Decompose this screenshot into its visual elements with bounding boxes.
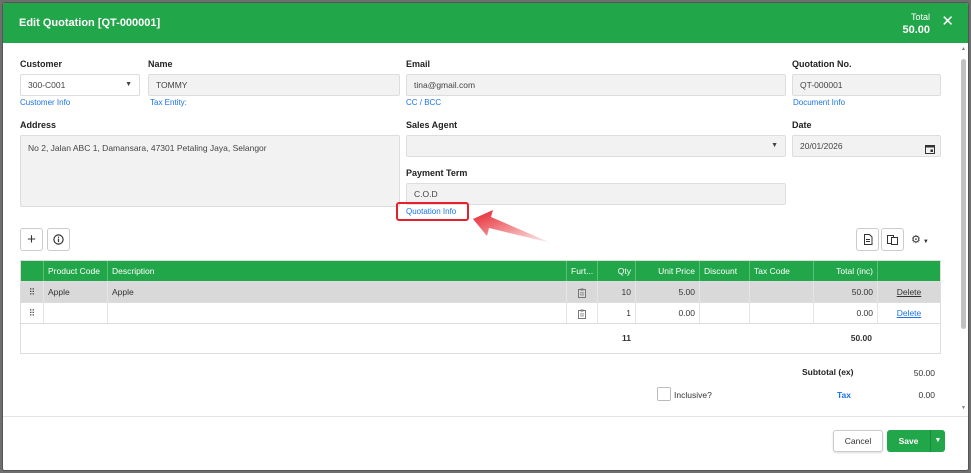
header-total-value: 50.00 <box>902 24 930 36</box>
column-header-qty[interactable]: Qty <box>598 261 636 281</box>
delete-link[interactable]: Delete <box>878 282 940 302</box>
customer-value: 300-C001 <box>28 80 66 90</box>
scrollbar-thumb[interactable] <box>961 59 966 329</box>
calendar-icon[interactable] <box>925 141 935 154</box>
delete-link[interactable]: Delete <box>878 303 940 323</box>
copy-icon <box>887 235 898 245</box>
product-code-cell[interactable] <box>44 303 108 323</box>
footer-grand-total: 50.00 <box>850 333 872 343</box>
gear-icon[interactable]: ⚙ ▼ <box>911 233 929 246</box>
column-header-unit-price[interactable]: Unit Price <box>636 261 700 281</box>
total-cell: 50.00 <box>814 282 878 302</box>
customer-label: Customer <box>20 59 63 69</box>
name-field[interactable]: TOMMY <box>148 74 400 96</box>
caret-down-icon: ▼ <box>922 239 929 245</box>
drag-handle-icon[interactable]: ⠿ <box>21 282 44 302</box>
date-label: Date <box>792 120 812 130</box>
column-header-description[interactable]: Description <box>108 261 567 281</box>
caret-down-icon: ▼ <box>125 81 132 88</box>
column-header-discount[interactable]: Discount <box>700 261 750 281</box>
description-cell[interactable]: Apple <box>108 282 567 302</box>
save-button[interactable]: Save <box>887 430 930 452</box>
scroll-down-icon[interactable]: ▼ <box>961 405 966 411</box>
table-row[interactable]: ⠿ Apple Apple 10 5.00 50.00 Delete <box>21 281 940 302</box>
table-header: Product Code Description Furt... Qty Uni… <box>21 261 940 281</box>
customer-select[interactable]: 300-C001 ▼ <box>20 74 140 96</box>
scrollbar[interactable] <box>961 51 966 411</box>
quotation-no-label: Quotation No. <box>792 59 852 69</box>
customer-info-link[interactable]: Customer Info <box>20 98 70 107</box>
further-cell[interactable] <box>567 303 598 323</box>
clipboard-icon[interactable] <box>578 288 586 298</box>
email-label: Email <box>406 59 431 69</box>
product-code-cell[interactable]: Apple <box>44 282 108 302</box>
clipboard-icon[interactable] <box>578 309 586 319</box>
dialog-footer: Cancel Save ▼ <box>3 416 968 470</box>
date-value: 20/01/2026 <box>800 141 843 151</box>
line-items-table: Product Code Description Furt... Qty Uni… <box>20 260 941 354</box>
add-line-button[interactable]: + <box>20 228 43 251</box>
subtotal-value: 50.00 <box>913 368 935 378</box>
unit-price-cell[interactable]: 0.00 <box>636 303 700 323</box>
sales-agent-select[interactable]: ▼ <box>406 135 786 157</box>
drag-handle-icon[interactable]: ⠿ <box>21 303 44 323</box>
column-header-product-code[interactable]: Product Code <box>44 261 108 281</box>
unit-price-cell[interactable]: 5.00 <box>636 282 700 302</box>
inclusive-checkbox[interactable] <box>657 387 671 401</box>
dialog-title: Edit Quotation [QT-000001] <box>19 17 161 29</box>
address-field[interactable]: No 2, Jalan ABC 1, Damansara, 47301 Peta… <box>20 135 400 207</box>
description-cell[interactable] <box>108 303 567 323</box>
inclusive-label: Inclusive? <box>674 390 712 400</box>
footer-qty-total: 11 <box>622 333 631 343</box>
sales-agent-label: Sales Agent <box>406 120 458 130</box>
save-options-button[interactable]: ▼ <box>930 430 945 452</box>
payment-term-label: Payment Term <box>406 168 468 178</box>
caret-down-icon: ▼ <box>771 142 778 149</box>
column-header-handle <box>21 261 44 281</box>
tax-value: 0.00 <box>918 390 935 400</box>
document-button[interactable] <box>856 228 879 251</box>
column-header-further[interactable]: Furt... <box>567 261 598 281</box>
close-icon[interactable]: ✕ <box>941 14 954 29</box>
column-header-action <box>878 261 940 281</box>
highlight-box <box>396 202 469 221</box>
subtotal-label: Subtotal (ex) <box>802 367 854 377</box>
delete-link-label[interactable]: Delete <box>897 308 922 318</box>
document-info-link[interactable]: Document Info <box>793 98 845 107</box>
tax-link[interactable]: Tax <box>837 390 851 400</box>
dialog-header: Edit Quotation [QT-000001] Total 50.00 ✕ <box>3 3 968 43</box>
column-header-total-inc[interactable]: Total (inc) <box>814 261 878 281</box>
tax-code-cell[interactable] <box>750 282 814 302</box>
document-icon <box>863 234 872 245</box>
tax-code-cell[interactable] <box>750 303 814 323</box>
column-header-tax-code[interactable]: Tax Code <box>750 261 814 281</box>
name-label: Name <box>148 59 173 69</box>
qty-cell[interactable]: 1 <box>598 303 636 323</box>
copy-button[interactable] <box>881 228 904 251</box>
arrow-icon <box>473 210 551 243</box>
header-total-label: Total <box>910 12 930 22</box>
chevron-down-icon: ▼ <box>934 437 942 444</box>
discount-cell[interactable] <box>700 303 750 323</box>
discount-cell[interactable] <box>700 282 750 302</box>
table-row[interactable]: ⠿ 1 0.00 0.00 Delete <box>21 302 940 323</box>
cancel-button[interactable]: Cancel <box>833 430 883 452</box>
delete-link-label[interactable]: Delete <box>897 287 922 297</box>
cc-bcc-link[interactable]: CC / BCC <box>406 98 441 107</box>
qty-cell[interactable]: 10 <box>598 282 636 302</box>
plus-icon: + <box>27 231 36 248</box>
edit-quotation-dialog: Edit Quotation [QT-000001] Total 50.00 ✕… <box>3 3 968 470</box>
date-field[interactable]: 20/01/2026 <box>792 135 941 157</box>
quotation-no-field[interactable]: QT-000001 <box>792 74 941 96</box>
email-field[interactable]: tina@gmail.com <box>406 74 786 96</box>
info-icon <box>53 234 64 245</box>
total-cell: 0.00 <box>814 303 878 323</box>
further-cell[interactable] <box>567 282 598 302</box>
table-footer: 11 50.00 <box>21 323 940 353</box>
address-label: Address <box>20 120 57 130</box>
tax-entity-link[interactable]: Tax Entity: <box>150 98 187 107</box>
info-button[interactable] <box>47 228 70 251</box>
